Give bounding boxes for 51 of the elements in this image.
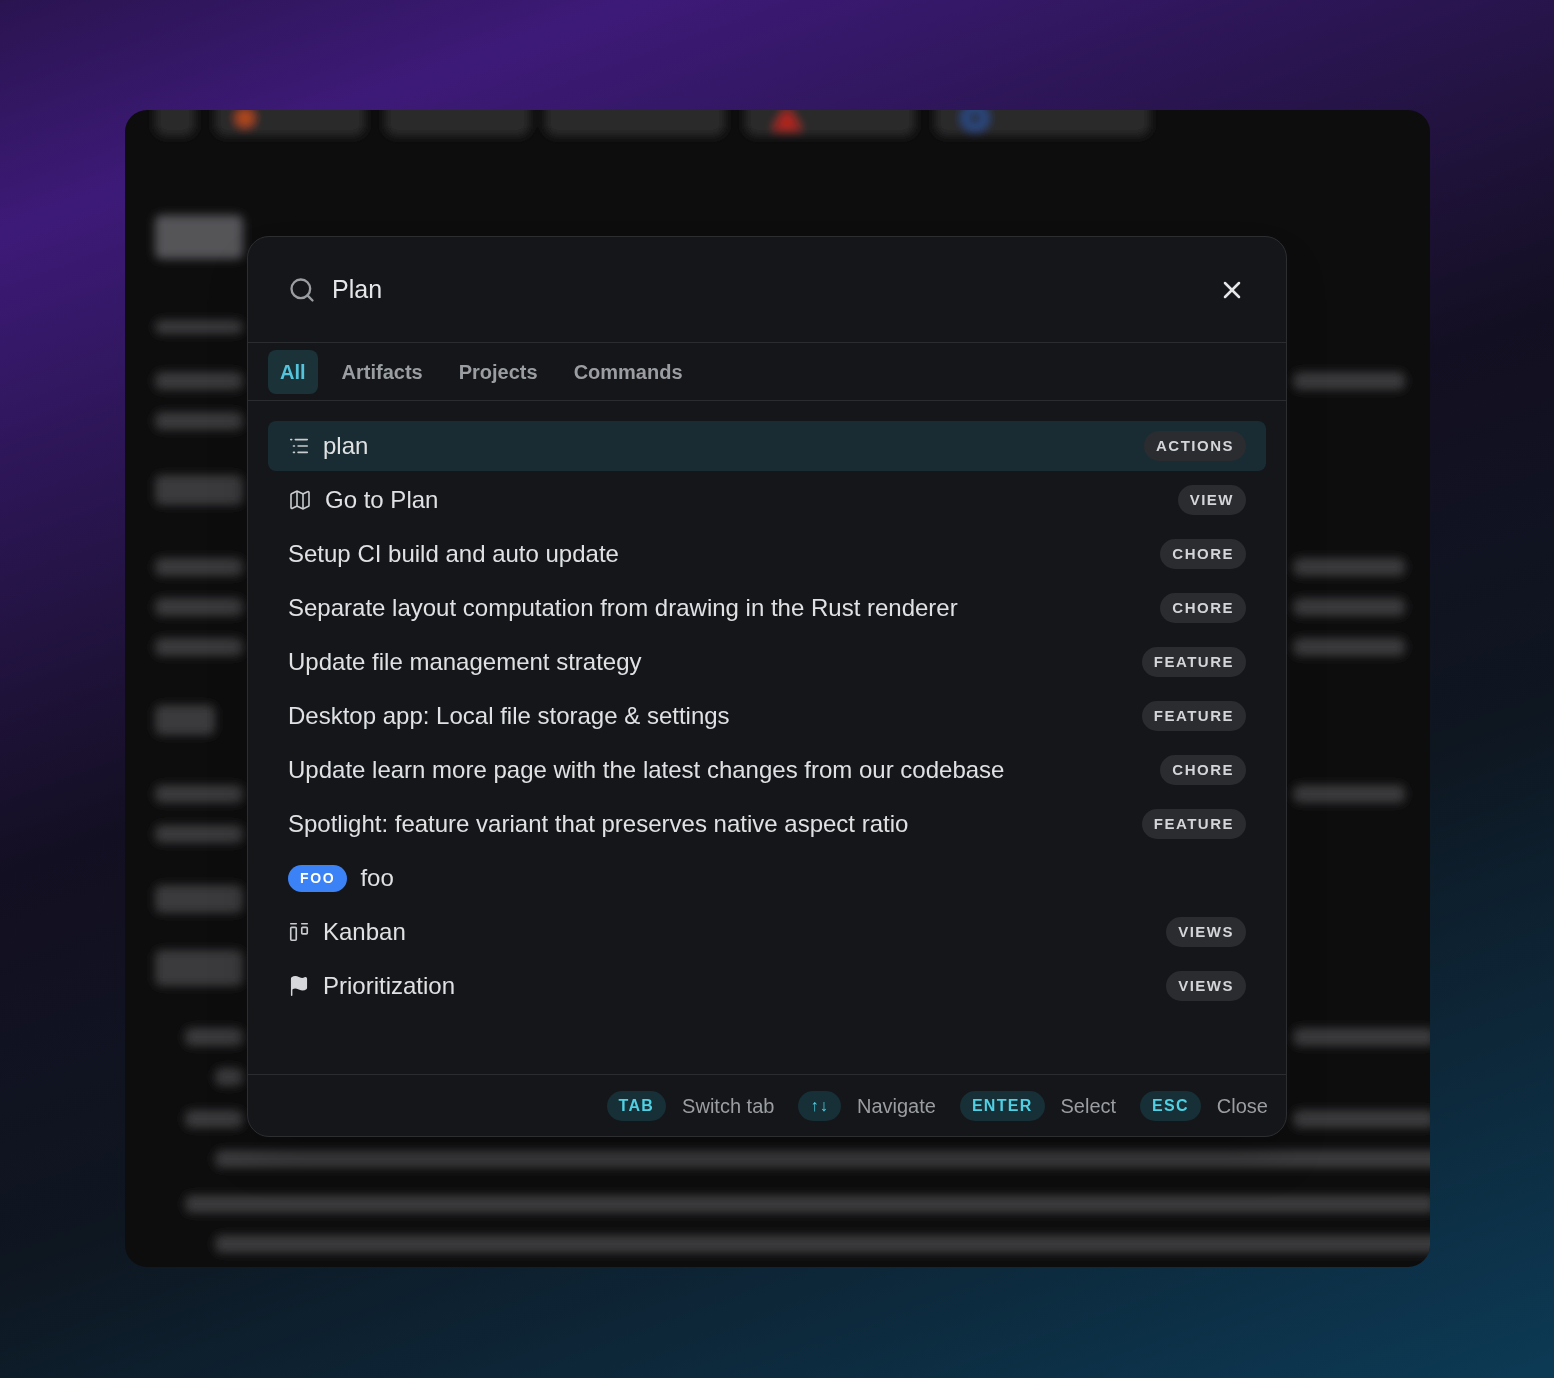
- key-hint: ENTER: [959, 1090, 1045, 1121]
- type-label: VIEWS: [1166, 916, 1246, 948]
- tag-label: FOO: [288, 864, 348, 892]
- filter-tab[interactable]: Artifacts: [329, 349, 435, 394]
- result-title: Separate layout computation from drawing in the Rust renderer: [288, 593, 959, 623]
- filter-tab[interactable]: All: [268, 349, 318, 394]
- hint-label: Navigate: [856, 1093, 936, 1119]
- type-label: CHORE: [1160, 538, 1246, 570]
- result-item[interactable]: Prioritization VIEWS: [268, 961, 1266, 1011]
- search-icon: [288, 275, 316, 304]
- result-item[interactable]: Desktop app: Local file storage & settings FEATURE: [268, 691, 1266, 741]
- key-hint: TAB: [606, 1090, 667, 1121]
- result-item[interactable]: Separate layout computation from drawing in the Rust renderer CHORE: [268, 583, 1266, 633]
- search-field[interactable]: Plan: [332, 270, 1202, 309]
- filter-tab[interactable]: Projects: [446, 349, 550, 394]
- result-title: Kanban: [323, 917, 407, 947]
- map-icon: [288, 488, 312, 512]
- result-title: foo: [360, 863, 395, 893]
- result-item[interactable]: Spotlight: feature variant that preserves native aspect ratio FEATURE: [268, 799, 1266, 849]
- key-hint: ESC: [1140, 1090, 1201, 1121]
- result-title: Go to Plan: [325, 485, 440, 515]
- result-item[interactable]: plan ACTIONS: [268, 421, 1266, 471]
- type-label: CHORE: [1160, 754, 1246, 786]
- board-icon: [288, 921, 310, 943]
- result-item[interactable]: Setup CI build and auto update CHORE: [268, 529, 1266, 579]
- type-label: FEATURE: [1141, 808, 1246, 840]
- hint-label: Close: [1216, 1093, 1268, 1119]
- result-title: Spotlight: feature variant that preserves native aspect ratio: [288, 809, 910, 839]
- type-label: ACTIONS: [1144, 430, 1246, 462]
- type-label: VIEW: [1177, 484, 1246, 516]
- result-item[interactable]: Go to Plan VIEW: [268, 475, 1266, 525]
- result-item[interactable]: Update file management strategy FEATURE: [268, 637, 1266, 687]
- result-title: Setup CI build and auto update: [288, 539, 620, 569]
- result-title: Update learn more page with the latest changes from our codebase: [288, 755, 1006, 785]
- hint-label: Switch tab: [682, 1093, 775, 1119]
- result-title: Update file management strategy: [288, 647, 643, 677]
- type-label: FEATURE: [1141, 646, 1246, 678]
- hint-label: Select: [1060, 1093, 1117, 1119]
- type-label: VIEWS: [1166, 970, 1246, 1002]
- result-title: Desktop app: Local file storage & settings: [288, 701, 731, 731]
- result-item[interactable]: FOO foo: [268, 853, 1266, 903]
- result-item[interactable]: Kanban VIEWS: [268, 907, 1266, 957]
- blurred-chip-drawing: [155, 110, 195, 136]
- filter-tab[interactable]: Commands: [561, 349, 695, 394]
- type-label: CHORE: [1160, 592, 1246, 624]
- key-hint: ↑↓: [798, 1090, 841, 1121]
- flag-icon: [288, 975, 310, 997]
- result-title: Prioritization: [323, 971, 457, 1001]
- result-title: plan: [323, 431, 370, 461]
- result-item[interactable]: Update learn more page with the latest changes from our codebase CHORE: [268, 745, 1266, 795]
- type-label: FEATURE: [1141, 700, 1246, 732]
